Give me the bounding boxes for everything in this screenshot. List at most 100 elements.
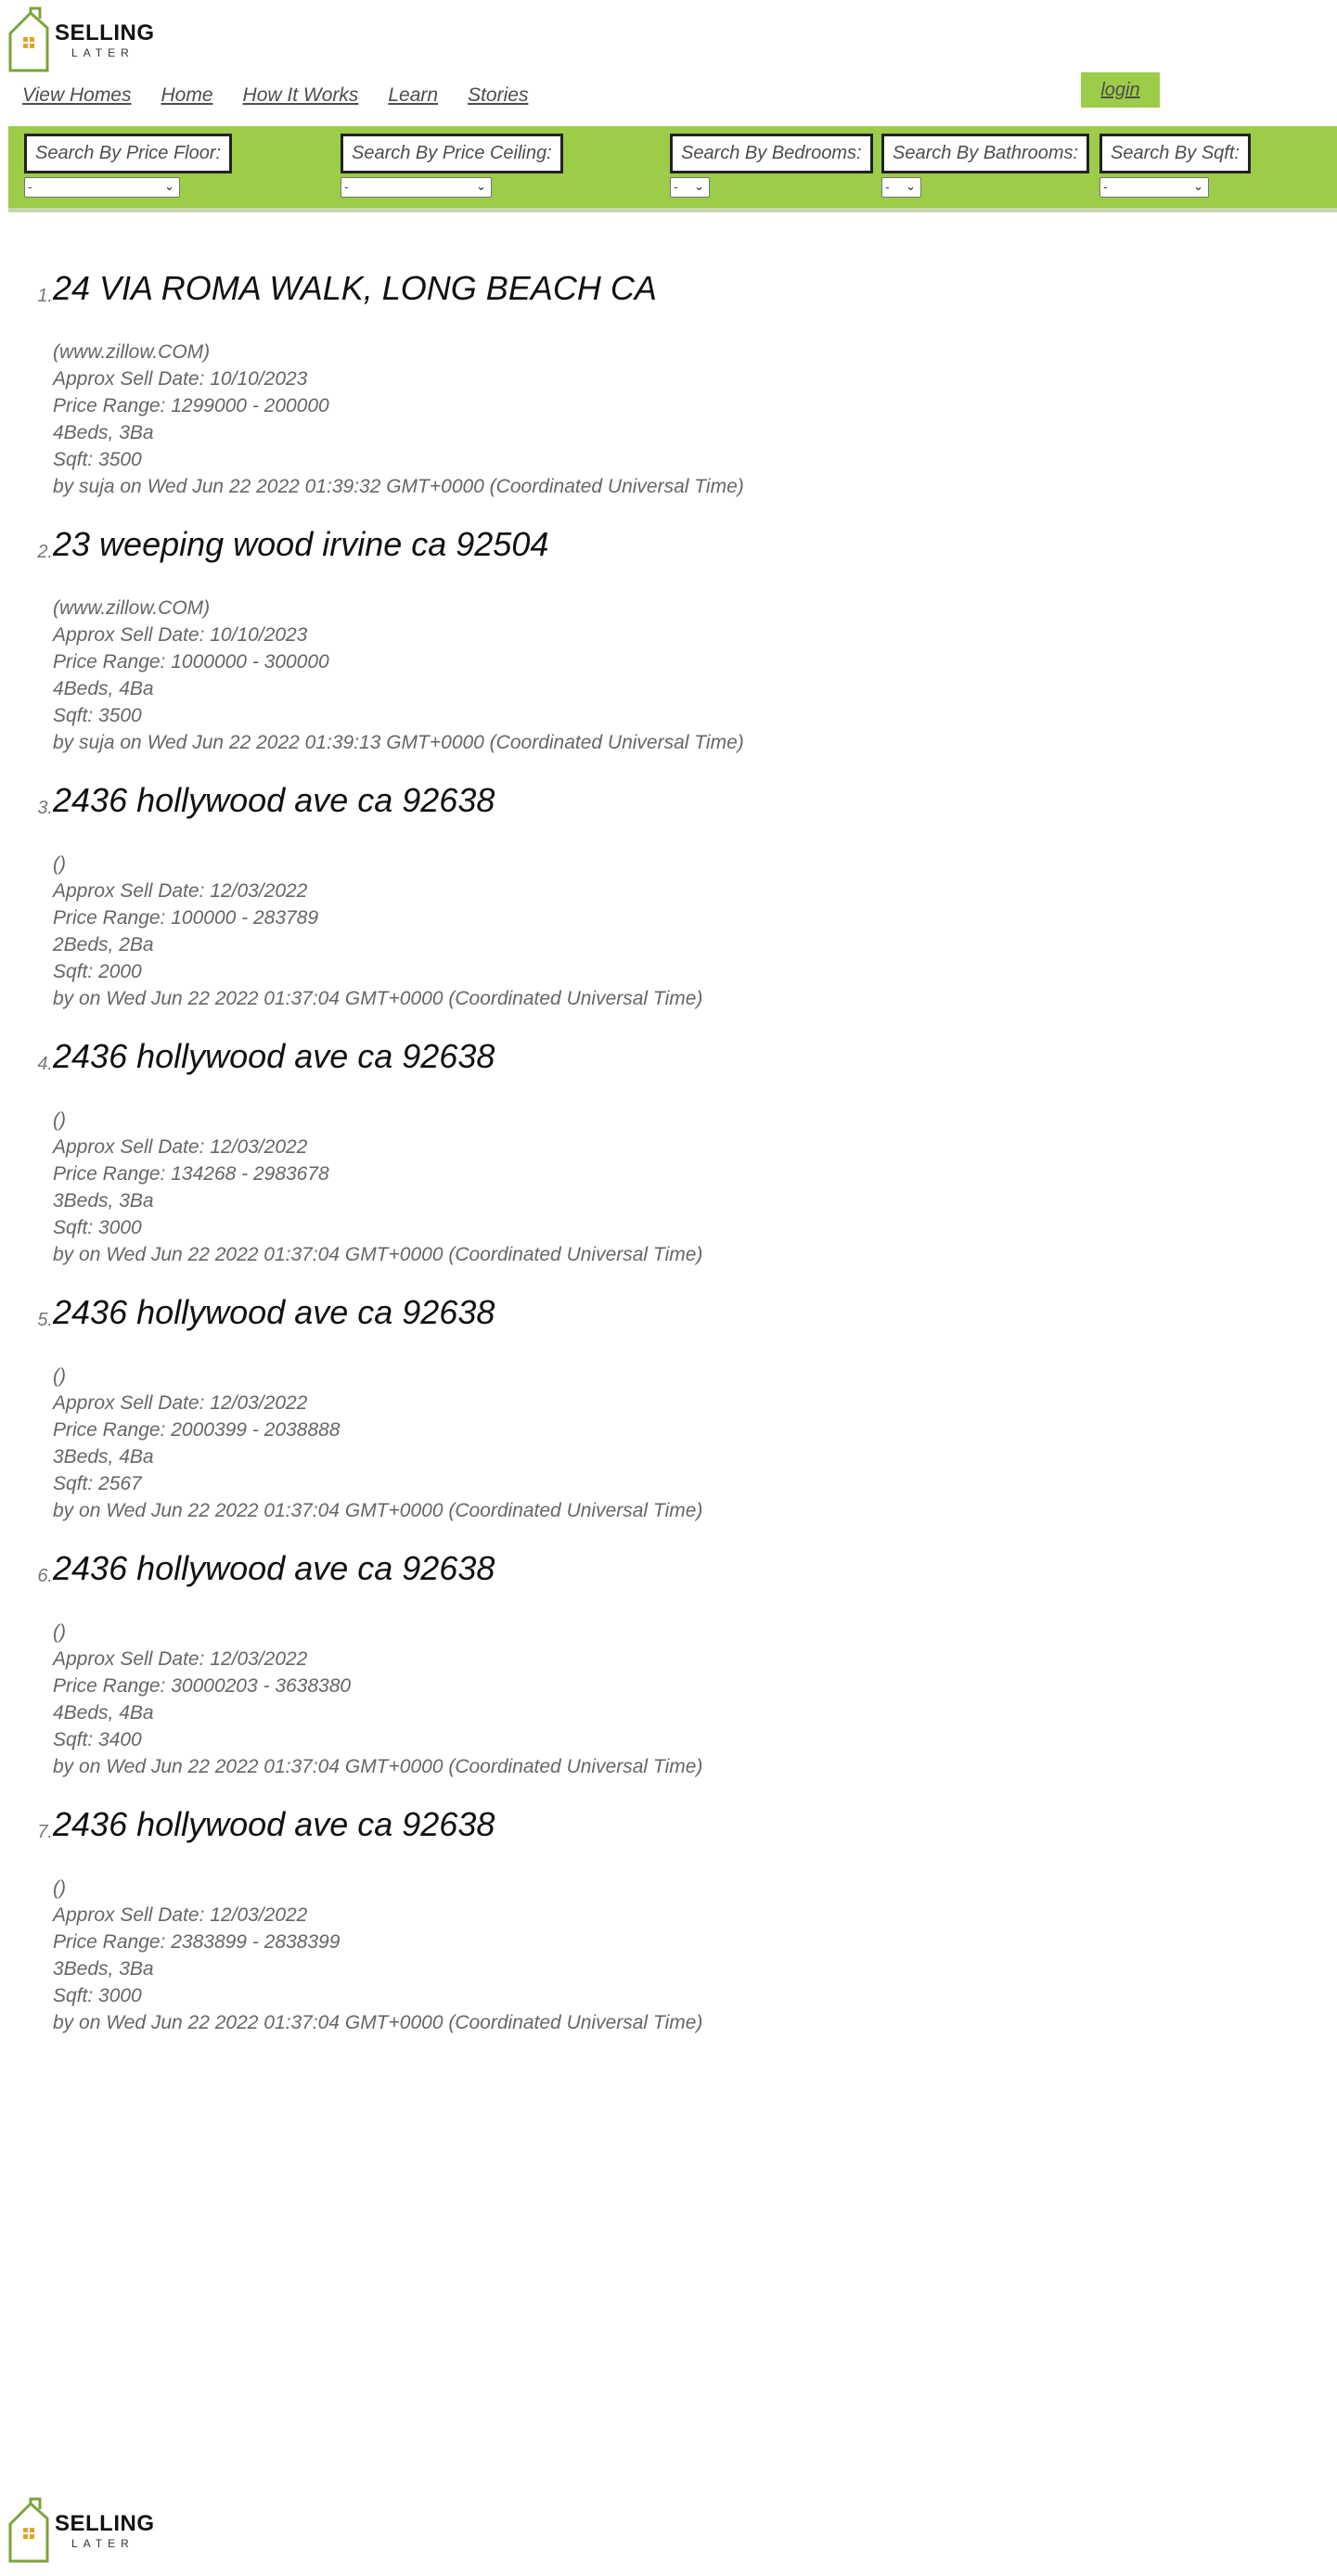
listing-number: 5. [37, 1310, 53, 1330]
listing-byline: by on Wed Jun 22 2022 01:37:04 GMT+0000 … [53, 1244, 703, 1265]
listing-beds-baths: 4Beds, 3Ba [53, 422, 154, 443]
listing-sell-date: Approx Sell Date: 10/10/2023 [53, 624, 308, 646]
listing-sqft: Sqft: 2000 [53, 961, 142, 982]
chevron-down-icon: ⌄ [906, 179, 916, 193]
listing-beds-baths: 4Beds, 4Ba [53, 1702, 154, 1724]
listing-source: () [53, 1365, 66, 1387]
listing-price-range: Price Range: 2383899 - 2838399 [53, 1931, 341, 1953]
price-ceiling-select[interactable]: - ⌄ [341, 177, 492, 198]
listing-title[interactable]: 2436 hollywood ave ca 92638 [53, 1037, 495, 1076]
listing-number: 3. [37, 798, 53, 818]
listing-sqft: Sqft: 3400 [53, 1729, 142, 1750]
filter-bathrooms: Search By Bathrooms: - ⌄ [881, 134, 1090, 198]
filter-bar: Search By Price Floor: - ⌄ Search By Pri… [8, 126, 1337, 212]
listing-byline: by on Wed Jun 22 2022 01:37:04 GMT+0000 … [53, 2012, 703, 2033]
bathrooms-select[interactable]: - ⌄ [881, 177, 921, 198]
sqft-select[interactable]: - ⌄ [1099, 177, 1209, 198]
listing-details: () Approx Sell Date: 12/03/2022 Price Ra… [53, 1107, 702, 1268]
listing-sell-date: Approx Sell Date: 12/03/2022 [53, 880, 308, 902]
filter-price-floor-label: Search By Price Floor: [24, 134, 233, 173]
listing-sqft: Sqft: 3500 [53, 705, 142, 726]
house-logo-icon [8, 2497, 49, 2563]
listing-byline: by suja on Wed Jun 22 2022 01:39:32 GMT+… [53, 476, 744, 497]
listing-number: 4. [37, 1054, 53, 1074]
bathrooms-value: - [885, 179, 890, 194]
listing-byline: by on Wed Jun 22 2022 01:37:04 GMT+0000 … [53, 1756, 703, 1777]
filter-bathrooms-label: Search By Bathrooms: [881, 134, 1090, 173]
listing-source: (www.zillow.COM) [53, 597, 211, 619]
listing-number: 7. [37, 1822, 53, 1842]
listing-price-range: Price Range: 1299000 - 200000 [53, 395, 329, 417]
listing-byline: by on Wed Jun 22 2022 01:37:04 GMT+0000 … [53, 988, 703, 1009]
listing-details: () Approx Sell Date: 12/03/2022 Price Ra… [53, 1619, 702, 1780]
listing-beds-baths: 3Beds, 4Ba [53, 1446, 154, 1467]
listing-number: 1. [37, 286, 53, 306]
listing-beds-baths: 4Beds, 4Ba [53, 678, 154, 699]
listing-sqft: Sqft: 2567 [53, 1473, 142, 1494]
listing-number: 2. [37, 542, 53, 562]
price-floor-value: - [28, 179, 32, 194]
listing-beds-baths: 3Beds, 3Ba [53, 1958, 154, 1980]
nav-how-it-works[interactable]: How It Works [243, 84, 359, 107]
brand-name: SELLING [55, 2511, 155, 2536]
listing-details: (www.zillow.COM) Approx Sell Date: 10/10… [53, 595, 744, 756]
listing-sell-date: Approx Sell Date: 12/03/2022 [53, 1392, 308, 1414]
filter-bedrooms: Search By Bedrooms: - ⌄ [670, 134, 873, 198]
listing-price-range: Price Range: 2000399 - 2038888 [53, 1419, 341, 1441]
nav-stories[interactable]: Stories [468, 84, 528, 107]
listing-sell-date: Approx Sell Date: 10/10/2023 [53, 368, 308, 390]
listing-beds-baths: 2Beds, 2Ba [53, 934, 154, 955]
filter-sqft-label: Search By Sqft: [1099, 134, 1251, 173]
listing-price-range: Price Range: 1000000 - 300000 [53, 651, 329, 673]
listing-source: () [53, 853, 66, 875]
listing-details: (www.zillow.COM) Approx Sell Date: 10/10… [53, 339, 744, 500]
listing-byline: by suja on Wed Jun 22 2022 01:39:13 GMT+… [53, 732, 744, 753]
brand-tagline: LATER [71, 46, 135, 59]
price-ceiling-value: - [344, 179, 349, 194]
listing-sell-date: Approx Sell Date: 12/03/2022 [53, 1648, 308, 1670]
listing-source: () [53, 1621, 66, 1643]
login-button[interactable]: login [1081, 72, 1160, 108]
filter-price-ceiling: Search By Price Ceiling: - ⌄ [341, 134, 563, 198]
listing-source: () [53, 1109, 66, 1131]
nav-home[interactable]: Home [161, 84, 213, 107]
listing-details: () Approx Sell Date: 12/03/2022 Price Ra… [53, 1875, 702, 2036]
nav-learn[interactable]: Learn [388, 84, 438, 107]
bedrooms-value: - [674, 179, 678, 194]
house-logo-icon [8, 6, 49, 72]
filter-price-floor: Search By Price Floor: - ⌄ [24, 134, 233, 198]
price-floor-select[interactable]: - ⌄ [24, 177, 180, 198]
brand-name: SELLING [55, 20, 155, 45]
chevron-down-icon: ⌄ [476, 179, 486, 193]
header-logo[interactable]: SELLING LATER [6, 6, 155, 72]
filter-price-ceiling-label: Search By Price Ceiling: [341, 134, 563, 173]
listing-source: (www.zillow.COM) [53, 341, 211, 363]
listing-title[interactable]: 23 weeping wood irvine ca 92504 [53, 525, 548, 564]
listing-price-range: Price Range: 134268 - 2983678 [53, 1163, 329, 1185]
listing-sqft: Sqft: 3000 [53, 1217, 142, 1238]
listing-beds-baths: 3Beds, 3Ba [53, 1190, 154, 1211]
chevron-down-icon: ⌄ [1193, 179, 1203, 193]
main-nav: View Homes Home How It Works Learn Stori… [22, 84, 528, 107]
listing-title[interactable]: 2436 hollywood ave ca 92638 [53, 1293, 495, 1332]
listing-title[interactable]: 24 VIA ROMA WALK, LONG BEACH CA [53, 269, 657, 308]
footer-logo[interactable]: SELLING LATER [6, 2496, 155, 2563]
listing-sqft: Sqft: 3000 [53, 1985, 142, 2006]
listing-title[interactable]: 2436 hollywood ave ca 92638 [53, 1805, 495, 1844]
brand-tagline: LATER [71, 2537, 135, 2550]
filter-sqft: Search By Sqft: - ⌄ [1099, 134, 1251, 198]
listing-byline: by on Wed Jun 22 2022 01:37:04 GMT+0000 … [53, 1500, 703, 1521]
listing-details: () Approx Sell Date: 12/03/2022 Price Ra… [53, 851, 702, 1012]
bedrooms-select[interactable]: - ⌄ [670, 177, 710, 198]
listing-title[interactable]: 2436 hollywood ave ca 92638 [53, 1549, 495, 1588]
chevron-down-icon: ⌄ [164, 179, 174, 193]
listing-number: 6. [37, 1566, 53, 1586]
filter-bedrooms-label: Search By Bedrooms: [670, 134, 873, 173]
listing-details: () Approx Sell Date: 12/03/2022 Price Ra… [53, 1363, 702, 1524]
listing-title[interactable]: 2436 hollywood ave ca 92638 [53, 781, 495, 820]
nav-view-homes[interactable]: View Homes [22, 84, 132, 107]
sqft-value: - [1103, 179, 1108, 194]
listing-price-range: Price Range: 30000203 - 3638380 [53, 1675, 352, 1697]
listing-sqft: Sqft: 3500 [53, 449, 142, 470]
listing-price-range: Price Range: 100000 - 283789 [53, 907, 319, 929]
